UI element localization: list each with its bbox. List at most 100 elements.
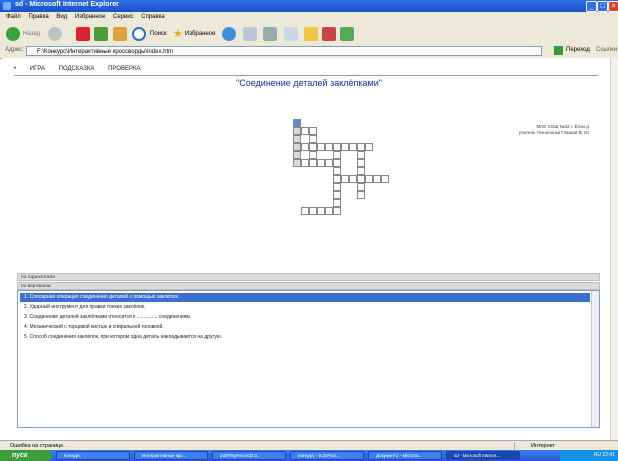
- crossword-cell[interactable]: [325, 159, 333, 167]
- crossword-cell[interactable]: [325, 207, 333, 215]
- crossword-cell[interactable]: [333, 183, 341, 191]
- crossword-cell[interactable]: [341, 143, 349, 151]
- crossword-cell[interactable]: [333, 191, 341, 199]
- crossword-cell[interactable]: [309, 135, 317, 143]
- crossword-cell[interactable]: [349, 175, 357, 183]
- crossword-cell[interactable]: [349, 143, 357, 151]
- crossword-cell[interactable]: [357, 175, 365, 183]
- crossword-cell[interactable]: [357, 167, 365, 175]
- crossword-cell[interactable]: [333, 207, 341, 215]
- taskbar-item[interactable]: Конкурс: [56, 451, 130, 460]
- nav-check[interactable]: ПРОВЕРКА: [108, 66, 140, 72]
- crossword-nav: • ИГРА ПОДСКАЗКА ПРОВЕРКА: [14, 66, 152, 72]
- stop-icon[interactable]: [76, 27, 90, 41]
- ie-logo-icon: [3, 2, 11, 10]
- taskbar-item[interactable]: ZoltPlayRecord2.0...: [212, 451, 286, 460]
- menu-file[interactable]: Файл: [6, 12, 21, 23]
- print-icon[interactable]: [263, 27, 277, 41]
- crossword-cell[interactable]: [333, 159, 341, 167]
- crossword-cell[interactable]: [309, 207, 317, 215]
- folder-icon[interactable]: [304, 27, 318, 41]
- nav-hint[interactable]: ПОДСКАЗКА: [59, 66, 95, 72]
- research-icon[interactable]: [322, 27, 336, 41]
- search-label[interactable]: Поиск: [150, 26, 167, 42]
- favorites-label[interactable]: Избранное: [185, 26, 215, 42]
- crossword-cell[interactable]: [293, 127, 301, 135]
- crossword-cell[interactable]: [373, 175, 381, 183]
- crossword-cell[interactable]: [301, 143, 309, 151]
- crossword-cell[interactable]: [333, 151, 341, 159]
- nav-game[interactable]: ИГРА: [30, 66, 45, 72]
- crossword-cell[interactable]: [309, 143, 317, 151]
- crossword-cell[interactable]: [357, 143, 365, 151]
- home-icon[interactable]: [113, 27, 127, 41]
- crossword-cell[interactable]: [333, 175, 341, 183]
- questions-scrollbar[interactable]: [591, 291, 599, 427]
- crossword-cell[interactable]: [365, 143, 373, 151]
- start-button[interactable]: пуск: [0, 450, 52, 461]
- media-icon[interactable]: [222, 27, 236, 41]
- crossword-cell[interactable]: [301, 159, 309, 167]
- crossword-cell[interactable]: [333, 167, 341, 175]
- crossword-cell[interactable]: [341, 175, 349, 183]
- crossword-cell[interactable]: [325, 143, 333, 151]
- crossword-cell[interactable]: [317, 207, 325, 215]
- crossword-cell[interactable]: [357, 159, 365, 167]
- crossword-cell[interactable]: [309, 151, 317, 159]
- go-button[interactable]: Переход: [566, 47, 590, 53]
- messenger-icon[interactable]: [340, 27, 354, 41]
- crossword-cell[interactable]: [317, 159, 325, 167]
- close-button[interactable]: ×: [608, 1, 618, 12]
- crossword-cell[interactable]: [301, 127, 309, 135]
- back-icon[interactable]: [6, 27, 20, 41]
- crossword-cell[interactable]: [293, 159, 301, 167]
- favorites-star-icon[interactable]: ★: [173, 26, 183, 42]
- taskbar-item[interactable]: Конкурс - 9.doPacr...: [290, 451, 364, 460]
- crossword-cell[interactable]: [365, 175, 373, 183]
- down-header[interactable]: по вертикали: [17, 282, 600, 290]
- maximize-button[interactable]: □: [597, 1, 608, 12]
- forward-icon[interactable]: [48, 27, 62, 41]
- crossword-cell[interactable]: [301, 207, 309, 215]
- question-item[interactable]: 2. Ударный инструмент для правки тонких …: [20, 303, 590, 312]
- crossword-cell[interactable]: [309, 159, 317, 167]
- crossword-cell[interactable]: [293, 119, 301, 127]
- crossword-cell[interactable]: [357, 191, 365, 199]
- crossword-cell[interactable]: [293, 151, 301, 159]
- mail-icon[interactable]: [243, 27, 257, 41]
- question-item[interactable]: 3. Соединение деталей заклёпками относит…: [20, 313, 590, 322]
- taskbar-item[interactable]: Интерактивные кро...: [134, 451, 208, 460]
- taskbar-item[interactable]: sd - Microsoft Interne...: [446, 451, 520, 460]
- back-label[interactable]: Назад: [23, 26, 40, 42]
- crossword-cell[interactable]: [333, 199, 341, 207]
- crossword-cell[interactable]: [293, 135, 301, 143]
- address-input[interactable]: F:\Конкурс\Интерактивные кроссворды\inde…: [26, 46, 542, 56]
- menu-favorites[interactable]: Избранное: [75, 12, 105, 23]
- question-item[interactable]: 1. Слесарная операция соединения деталей…: [20, 293, 590, 302]
- author-info: МОУ СОШ №42 г. Ёлхи д. учитель технологи…: [470, 124, 590, 136]
- refresh-icon[interactable]: [94, 27, 108, 41]
- crossword-cell[interactable]: [317, 143, 325, 151]
- crossword-cell[interactable]: [333, 143, 341, 151]
- toolbar: Назад Поиск ★ Избранное: [0, 23, 618, 46]
- crossword-cell[interactable]: [357, 183, 365, 191]
- crossword-cell[interactable]: [293, 143, 301, 151]
- question-item[interactable]: 4. Механический с торцевой кистью и спир…: [20, 323, 590, 332]
- go-icon[interactable]: [554, 46, 563, 55]
- edit-icon[interactable]: [284, 27, 298, 41]
- question-item[interactable]: 5. Способ соединения заклёпок, при котор…: [20, 333, 590, 342]
- menu-help[interactable]: Справка: [141, 12, 165, 23]
- crossword-cell[interactable]: [309, 127, 317, 135]
- search-icon[interactable]: [132, 27, 146, 41]
- menu-edit[interactable]: Правка: [28, 12, 48, 23]
- across-header[interactable]: по горизонтали: [17, 273, 600, 281]
- crossword-cell[interactable]: [381, 175, 389, 183]
- vertical-scrollbar[interactable]: [610, 58, 618, 440]
- taskbar-item[interactable]: Документ1 - Microso...: [368, 451, 442, 460]
- crossword-cell[interactable]: [357, 151, 365, 159]
- teacher-name: учитель технологии Глазков В. Ю.: [518, 130, 590, 135]
- links-button[interactable]: Ссылки: [596, 47, 617, 53]
- minimize-button[interactable]: _: [586, 1, 597, 12]
- menu-view[interactable]: Вид: [56, 12, 67, 23]
- menu-tools[interactable]: Сервис: [113, 12, 134, 23]
